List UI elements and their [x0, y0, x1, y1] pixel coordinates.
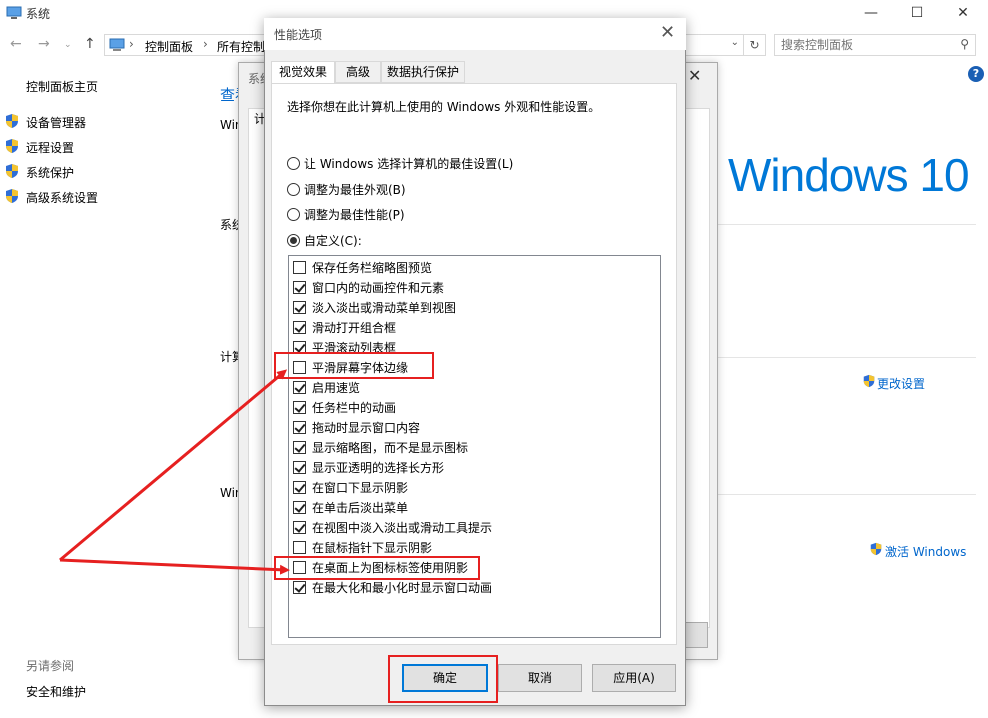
annotation-arrow	[59, 369, 288, 562]
annotation-arrows	[59, 369, 290, 575]
annotation-arrow	[59, 558, 290, 575]
